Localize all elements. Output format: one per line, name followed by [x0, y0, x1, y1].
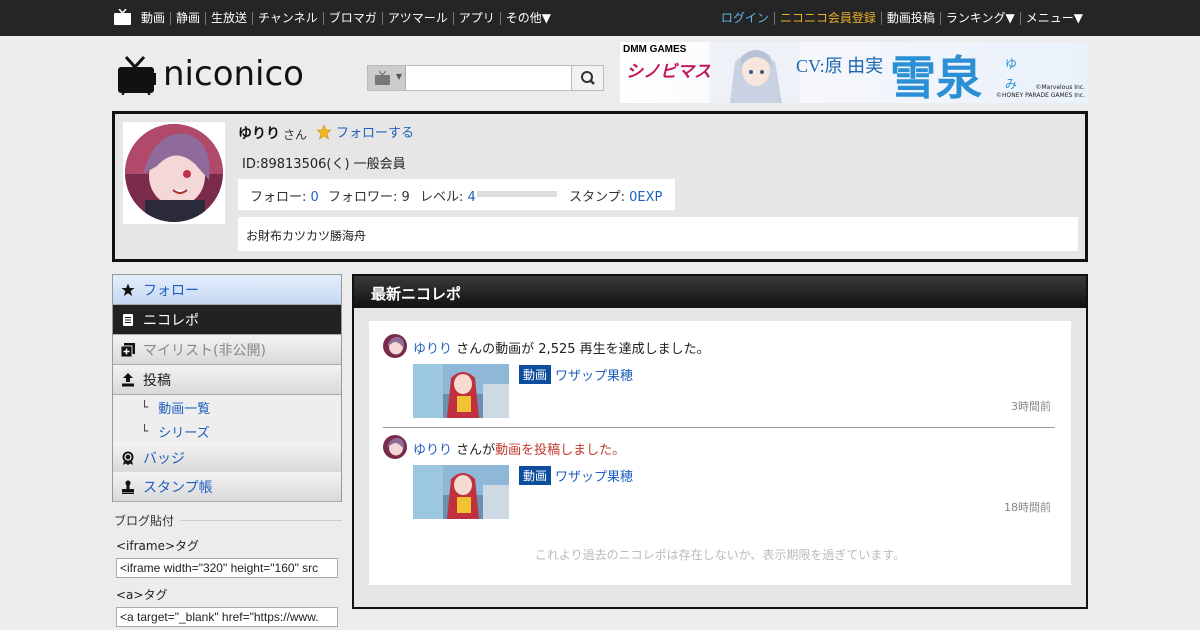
sidebar-subitem-series[interactable]: └ シリーズ [113, 419, 341, 443]
search-icon [581, 71, 595, 85]
feed-end-note: これより過去のニコレポは存在しないか、表示期限を過ぎています。 [534, 548, 906, 562]
banner-brand: DMM GAMES [623, 44, 687, 55]
nav-seiga[interactable]: 静画 [170, 11, 205, 25]
a-tag-field[interactable]: <a target="_blank" href="https://www. [116, 607, 338, 627]
sidebar-item-nicorepo[interactable]: ニコレポ [113, 305, 341, 335]
account-links: ログイン ニコニコ会員登録 動画投稿 ランキング▼ メニュー▼ [716, 0, 1088, 36]
a-tag-label: <a>タグ [116, 588, 168, 602]
sidebar-subitem-video-list[interactable]: └ 動画一覧 [113, 395, 341, 419]
nav-app[interactable]: アプリ [452, 11, 500, 25]
niconico-logo-tv-icon[interactable] [116, 55, 160, 95]
video-thumbnail[interactable] [413, 364, 509, 418]
entry-divider [383, 427, 1055, 428]
user-profile-panel: ゆりり さん フォローする ID:89813506(く) 一般会員 フォロー: … [112, 111, 1088, 262]
star-icon [316, 123, 332, 140]
search-button[interactable] [571, 66, 603, 90]
nicorepo-feed: ゆりり さんの動画が 2,525 再生を達成しました。 動画 ワザップ果穂 3時… [369, 321, 1071, 585]
follower-count: フォロワー: 9 [328, 190, 410, 205]
tv-icon [375, 71, 390, 85]
nav-video[interactable]: 動画 [141, 11, 170, 25]
follow-button[interactable]: フォローする [316, 122, 414, 141]
entry-avatar[interactable] [383, 435, 407, 459]
nav-channel[interactable]: チャンネル [252, 11, 323, 25]
iframe-tag-field[interactable]: <iframe width="320" height="160" src [116, 558, 338, 578]
mylist-add-icon [121, 342, 135, 357]
profile-stats: フォロー: 0 フォロワー: 9 レベル: 4 スタンプ: 0EXP [238, 179, 675, 210]
avatar-frame [123, 122, 225, 224]
banner-character-name: 雪泉 [890, 51, 982, 103]
register-link[interactable]: ニコニコ会員登録 [773, 11, 881, 25]
badge-icon [122, 451, 134, 465]
video-title-link[interactable]: ワザップ果穂 [555, 365, 633, 384]
upload-video-link[interactable]: 動画投稿 [880, 11, 940, 25]
banner-voice-actor: CV:原 由実 [796, 56, 884, 76]
sidebar-item-stamp-book[interactable]: スタンプ帳 [113, 472, 341, 502]
video-tag: 動画 [519, 365, 552, 384]
profile-description: お財布カツカツ勝海舟 [238, 217, 1078, 251]
level-progress-bar [477, 191, 557, 197]
top-navigation-bar: 動画 静画 生放送 チャンネル ブロマガ アツマール アプリ その他▼ ログイン… [0, 0, 1200, 36]
follow-count[interactable]: フォロー: 0 [250, 186, 319, 205]
video-title-link[interactable]: ワザップ果穂 [555, 466, 633, 485]
sidebar-item-badge[interactable]: バッジ [113, 443, 341, 473]
entry-user-link[interactable]: ゆりり [413, 342, 452, 357]
video-thumbnail[interactable] [413, 465, 509, 519]
login-link[interactable]: ログイン [716, 11, 774, 25]
ad-banner[interactable]: DMM GAMES シノビマスター CV:原 由実 雪泉 ゆみ ©Marvelo… [620, 42, 1088, 103]
nicorepo-title: 最新ニコレポ [354, 276, 1086, 308]
entry-text: ゆりり さんが動画を投稿しました。 [413, 443, 626, 458]
profile-name-suffix: さん [283, 128, 308, 142]
entry-time: 3時間前 [1011, 400, 1051, 413]
service-links: 動画 静画 生放送 チャンネル ブロマガ アツマール アプリ その他▼ [141, 0, 556, 36]
dropdown-arrow-icon: ▼ [395, 72, 402, 81]
entry-avatar[interactable] [383, 334, 407, 358]
entry-time: 18時間前 [1004, 501, 1051, 514]
sidebar-item-mylist[interactable]: マイリスト(非公開) [113, 335, 341, 365]
sidebar-item-uploads[interactable]: 投稿 [113, 365, 341, 395]
sidebar-menu: フォロー ニコレポ マイリスト(非公開) 投稿 └ 動画一覧 └ シリーズ バッ… [112, 274, 342, 502]
nav-live[interactable]: 生放送 [205, 11, 252, 25]
star-icon [121, 283, 135, 296]
level-value: レベル: 4 [420, 190, 476, 205]
entry-user-link[interactable]: ゆりり [413, 443, 452, 458]
blog-embed-heading: ブログ貼付 [112, 512, 342, 529]
banner-character-illustration [710, 42, 800, 103]
video-tag: 動画 [519, 466, 552, 485]
search-input[interactable] [407, 66, 571, 90]
stamp-exp[interactable]: スタンプ: 0EXP [569, 186, 662, 205]
iframe-tag-label: <iframe>タグ [116, 539, 200, 553]
search-target-select[interactable]: ▼ [368, 66, 406, 90]
blog-embed-panel: ブログ貼付 <iframe>タグ <iframe width="320" hei… [112, 512, 342, 627]
entry-text: ゆりり さんの動画が 2,525 再生を達成しました。 [413, 342, 710, 357]
profile-id-line: ID:89813506(く) 一般会員 [242, 157, 406, 172]
nav-more[interactable]: その他▼ [499, 11, 556, 25]
avatar[interactable] [125, 124, 223, 222]
ranking-menu[interactable]: ランキング▼ [939, 11, 1020, 25]
main-menu[interactable]: メニュー▼ [1019, 11, 1088, 25]
search-box: ▼ [367, 65, 604, 91]
niconico-tv-icon[interactable] [114, 9, 131, 25]
nav-blomaga[interactable]: ブロマガ [322, 11, 382, 25]
profile-user-name: ゆりり [238, 126, 280, 142]
banner-copyright: ©Marvelous Inc. ©HONEY PARADE GAMES Inc. [996, 84, 1085, 99]
follow-button-label: フォローする [336, 126, 415, 141]
stamp-icon [122, 480, 134, 494]
nicorepo-panel: 最新ニコレポ ゆりり さんの動画が 2,525 再生を達成しました。 動画 ワザ… [352, 274, 1088, 609]
document-icon [123, 313, 133, 326]
sidebar-item-follow[interactable]: フォロー [113, 275, 341, 305]
nav-atsumaru[interactable]: アツマール [381, 11, 453, 25]
niconico-logo-text[interactable]: niconico [163, 54, 304, 94]
upload-icon [122, 372, 134, 386]
